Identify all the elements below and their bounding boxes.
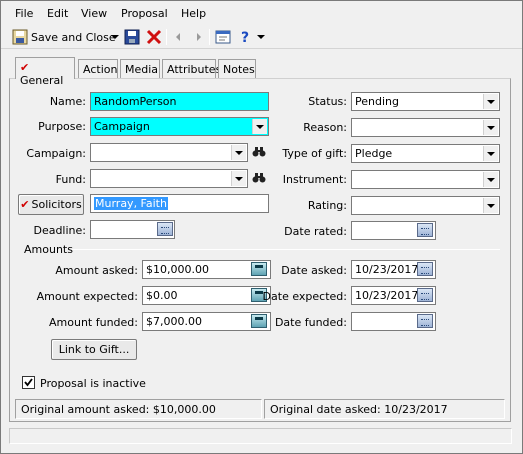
original-amount-status: Original amount asked: $10,000.00 [15, 399, 262, 419]
date-expected-label: Date expected: [262, 290, 347, 303]
calendar-icon[interactable] [157, 222, 173, 236]
calculator-icon[interactable] [251, 262, 267, 276]
deadline-label: Deadline: [33, 224, 86, 237]
menu-edit[interactable]: Edit [47, 7, 68, 20]
tab-media[interactable]: Media [120, 59, 160, 79]
save-close-icon [12, 29, 28, 45]
campaign-search-button[interactable] [251, 144, 267, 160]
rating-label: Rating: [307, 199, 347, 212]
purpose-select[interactable]: Campaign [90, 117, 269, 136]
inactive-label: Proposal is inactive [40, 377, 146, 390]
bottom-strip [9, 428, 512, 444]
arrow-right-icon [197, 33, 201, 41]
next-button[interactable] [194, 27, 204, 47]
calendar-icon[interactable] [417, 223, 433, 237]
instrument-select[interactable] [351, 170, 500, 189]
svg-text:?: ? [241, 30, 249, 45]
date-asked-label: Date asked: [281, 264, 347, 277]
calendar-icon[interactable] [417, 262, 433, 276]
reason-select[interactable] [351, 118, 500, 137]
previous-button[interactable] [173, 27, 183, 47]
name-label: Name: [49, 95, 86, 108]
calculator-icon[interactable] [251, 314, 267, 328]
chevron-down-icon[interactable] [483, 198, 498, 213]
date-rated-label: Date rated: [284, 225, 347, 238]
menu-proposal[interactable]: Proposal [121, 7, 168, 20]
original-date-status: Original date asked: 10/23/2017 [264, 399, 505, 419]
chevron-down-icon [111, 35, 119, 39]
calendar-icon[interactable] [417, 288, 433, 302]
help-question-icon: ? [241, 30, 249, 45]
amounts-divider [72, 249, 500, 250]
floppy-icon [124, 29, 140, 45]
chevron-down-icon[interactable] [252, 119, 267, 134]
chevron-down-icon[interactable] [231, 171, 246, 186]
fund-search-button[interactable] [251, 170, 267, 186]
chevron-down-icon[interactable] [231, 145, 246, 160]
chevron-down-icon [257, 35, 265, 39]
help-dropdown[interactable] [257, 27, 265, 47]
checkmark-icon [24, 378, 33, 387]
tab-general[interactable]: ✔ General [15, 57, 75, 87]
save-options-dropdown[interactable] [111, 27, 119, 47]
campaign-label: Campaign: [26, 147, 86, 160]
menu-bar: File Edit View Proposal Help [1, 1, 522, 25]
menu-file[interactable]: File [15, 7, 33, 20]
fund-select[interactable] [90, 169, 248, 188]
checkmark-icon: ✔ [20, 61, 30, 74]
binoculars-icon [252, 173, 266, 183]
binoculars-icon [252, 147, 266, 157]
toolbar-separator [209, 29, 210, 45]
toolbar: Save and Close ? [1, 25, 522, 49]
gift-type-select[interactable]: Pledge [351, 144, 500, 163]
properties-button[interactable] [215, 27, 231, 47]
save-and-close-button[interactable]: Save and Close [12, 27, 116, 47]
tab-action[interactable]: Action [78, 59, 118, 79]
chevron-down-icon[interactable] [483, 120, 498, 135]
save-button[interactable] [124, 27, 140, 47]
chevron-down-icon[interactable] [483, 146, 498, 161]
fund-label: Fund: [55, 173, 86, 186]
amount-asked-label: Amount asked: [55, 264, 138, 277]
status-label: Status: [308, 95, 347, 108]
amount-expected-label: Amount expected: [36, 290, 138, 303]
instrument-label: Instrument: [282, 173, 347, 186]
inactive-checkbox[interactable] [22, 376, 35, 389]
menu-view[interactable]: View [81, 7, 107, 20]
arrow-left-icon [176, 33, 180, 41]
calendar-icon[interactable] [417, 314, 433, 328]
campaign-select[interactable] [90, 143, 248, 162]
status-select[interactable]: Pending [351, 92, 500, 111]
gift-type-label: Type of gift: [282, 147, 347, 160]
solicitors-button[interactable]: ✔ Solicitors [18, 194, 84, 215]
amounts-section-label: Amounts [24, 243, 73, 256]
menu-help[interactable]: Help [181, 7, 206, 20]
tab-notes[interactable]: Notes [218, 59, 256, 79]
properties-icon [215, 30, 231, 44]
reason-label: Reason: [303, 121, 347, 134]
rating-select[interactable] [351, 196, 500, 215]
date-funded-label: Date funded: [274, 316, 347, 329]
delete-x-icon [146, 29, 162, 45]
link-to-gift-button[interactable]: Link to Gift... [51, 339, 137, 360]
chevron-down-icon[interactable] [483, 172, 498, 187]
toolbar-separator [166, 29, 167, 45]
help-button[interactable]: ? [239, 27, 253, 47]
purpose-label: Purpose: [38, 120, 86, 133]
tab-attributes[interactable]: Attributes [162, 59, 221, 79]
name-field[interactable]: RandomPerson [90, 92, 269, 111]
chevron-down-icon[interactable] [483, 94, 498, 109]
amount-funded-label: Amount funded: [49, 316, 138, 329]
delete-button[interactable] [146, 27, 162, 47]
solicitor-field[interactable]: Murray, Faith [90, 194, 269, 213]
checkmark-icon: ✔ [20, 198, 30, 211]
